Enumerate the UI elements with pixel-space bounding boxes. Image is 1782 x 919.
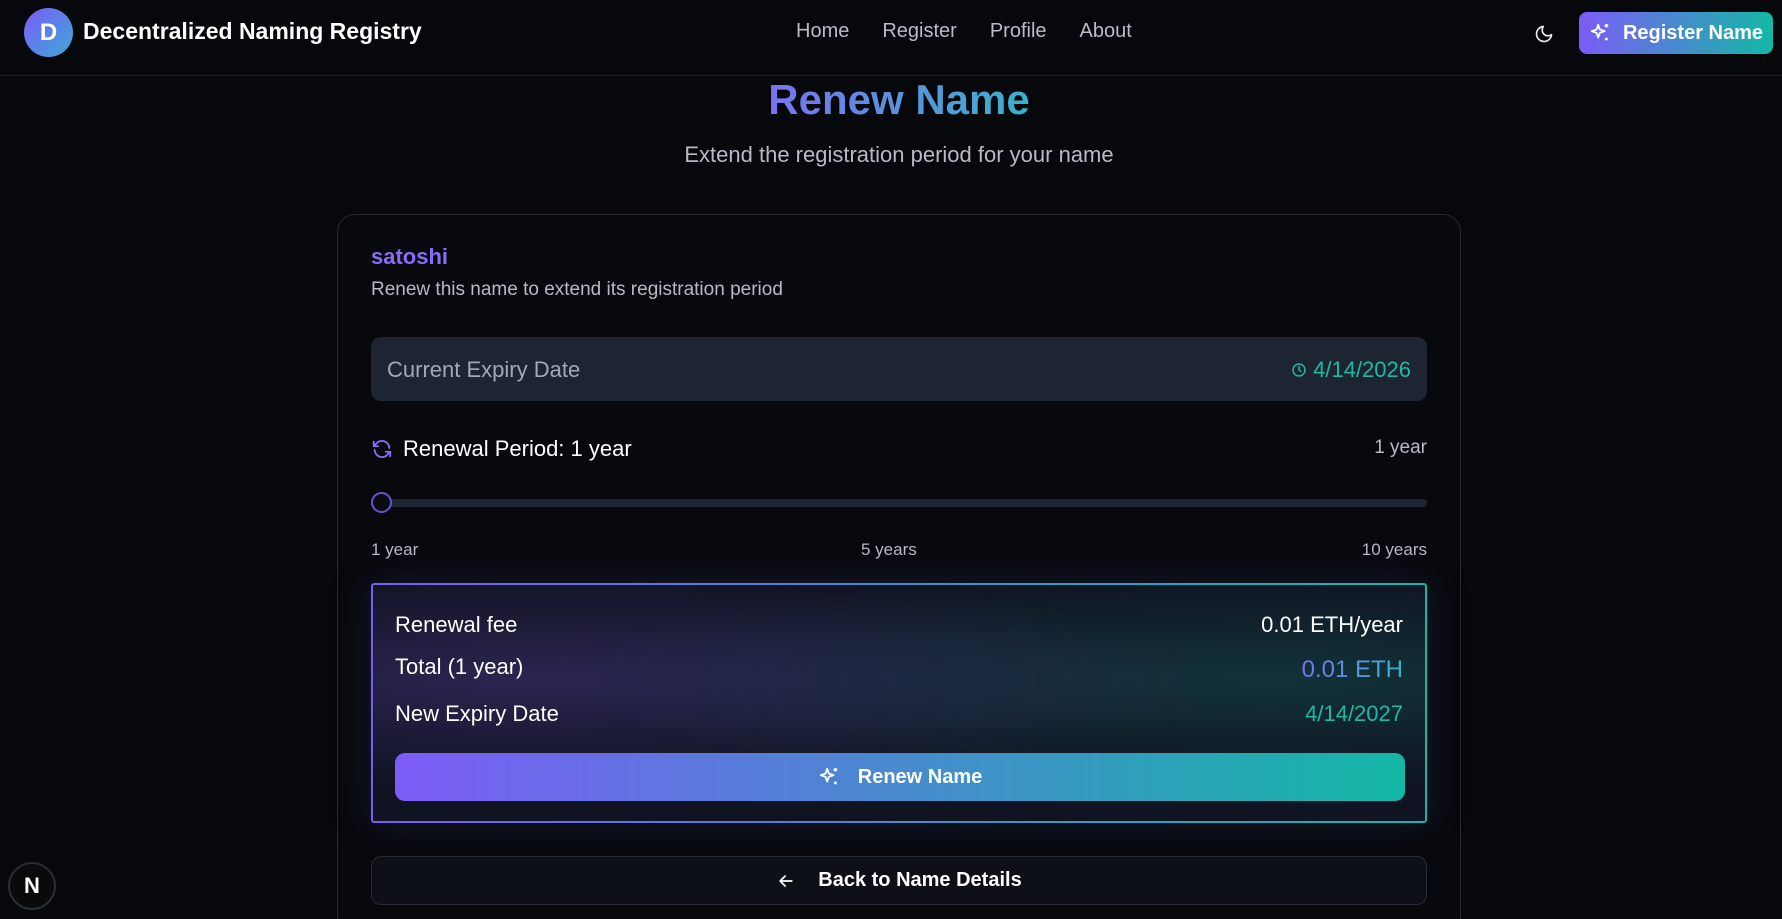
renewal-fee-label: Renewal fee [395,612,518,637]
new-expiry-row: New Expiry Date 4/14/2027 [395,701,1403,727]
current-expiry-box: Current Expiry Date 4/14/2026 [371,337,1427,401]
register-name-label: Register Name [1622,21,1764,44]
clock-icon [1292,363,1306,377]
current-expiry-value-group: 4/14/2026 [1291,357,1411,383]
brand-title[interactable]: Decentralized Naming Registry [83,18,422,45]
page-title-text: Renew Name [768,76,1030,123]
nav-register[interactable]: Register [882,20,956,43]
renewal-fee-value: 0.01 ETH/year [1261,612,1403,637]
logo-letter: D [39,18,58,46]
renewal-period-label: Renewal Period: 1 year [403,436,632,461]
renewal-period-header: Renewal Period: 1 year [371,436,632,462]
renew-name-label: Renew Name [857,765,983,788]
current-expiry-value: 4/14/2026 [1313,357,1411,382]
nav-profile[interactable]: Profile [990,20,1047,43]
moon-icon [1535,25,1553,43]
renewal-period-value: 1 year [1374,437,1427,458]
slider-tick-min: 1 year [371,540,419,559]
renewal-fee-row: Renewal fee 0.01 ETH/year [395,612,1403,638]
theme-toggle-button[interactable] [1530,20,1558,48]
main-nav: Home Register Profile About [796,20,1165,43]
new-expiry-label: New Expiry Date [395,701,559,726]
slider-tick-mid: 5 years [861,540,917,559]
register-name-button[interactable]: Register Name [1579,12,1773,54]
page-title: Renew Name [0,76,1782,124]
page-subtitle: Extend the registration period for your … [684,142,1114,167]
sparkles-icon [819,767,837,785]
dev-tools-badge[interactable]: N [8,862,56,910]
new-expiry-value: 4/14/2027 [1305,701,1403,726]
back-to-name-details-button[interactable]: Back to Name Details [371,856,1427,905]
nav-home[interactable]: Home [796,20,849,43]
renewal-summary: Renewal fee 0.01 ETH/year Total (1 year)… [371,583,1427,823]
dev-badge-letter: N [24,873,40,898]
card-description: Renew this name to extend its registrati… [371,279,783,300]
domain-name: satoshi [371,244,449,269]
back-label: Back to Name Details [818,869,1022,891]
renew-name-button[interactable]: Renew Name [395,753,1405,801]
nav-about[interactable]: About [1080,20,1132,43]
renewal-period-slider-thumb[interactable] [371,492,392,513]
refresh-icon [372,440,392,458]
total-value: 0.01 ETH [1301,656,1403,683]
sparkles-icon [1590,23,1609,41]
logo[interactable]: D [24,8,73,57]
total-row: Total (1 year) 0.01 ETH [395,654,1403,683]
total-label: Total (1 year) [395,654,524,679]
renewal-period-slider-track[interactable] [371,499,1427,507]
current-expiry-label: Current Expiry Date [387,357,581,382]
top-navbar: D Decentralized Naming Registry Home Reg… [0,0,1782,76]
slider-tick-max: 10 years [1361,540,1427,559]
arrow-left-icon [779,874,793,887]
